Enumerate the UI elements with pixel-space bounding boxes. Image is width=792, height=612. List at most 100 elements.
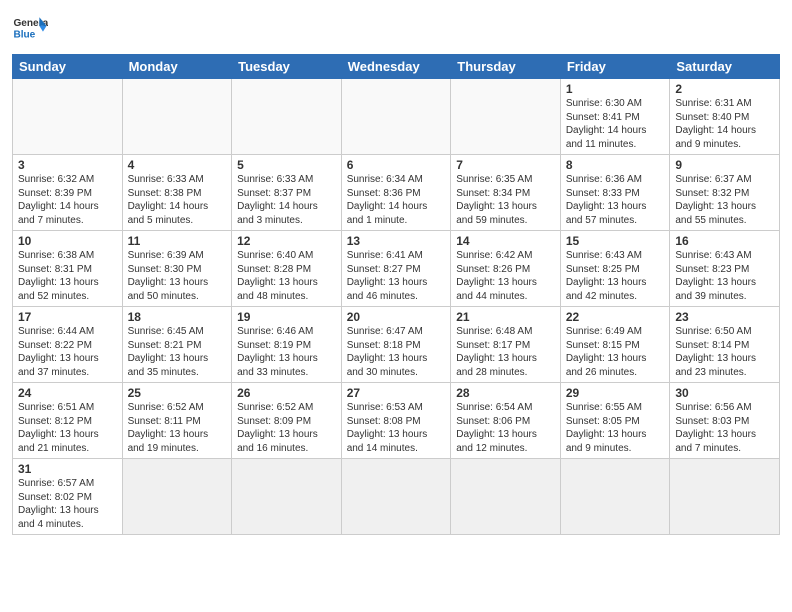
day-info: Sunrise: 6:52 AM Sunset: 8:09 PM Dayligh… (237, 401, 336, 455)
calendar-day: 3Sunrise: 6:32 AM Sunset: 8:39 PM Daylig… (13, 155, 123, 231)
calendar-day: 20Sunrise: 6:47 AM Sunset: 8:18 PM Dayli… (341, 307, 451, 383)
calendar-day: 26Sunrise: 6:52 AM Sunset: 8:09 PM Dayli… (232, 383, 342, 459)
calendar-week-4: 17Sunrise: 6:44 AM Sunset: 8:22 PM Dayli… (13, 307, 780, 383)
calendar-day (122, 459, 232, 535)
day-info: Sunrise: 6:52 AM Sunset: 8:11 PM Dayligh… (128, 401, 227, 455)
day-of-week-sunday: Sunday (13, 55, 123, 79)
calendar-day: 31Sunrise: 6:57 AM Sunset: 8:02 PM Dayli… (13, 459, 123, 535)
calendar-day: 25Sunrise: 6:52 AM Sunset: 8:11 PM Dayli… (122, 383, 232, 459)
day-number: 20 (347, 310, 446, 324)
calendar-day: 4Sunrise: 6:33 AM Sunset: 8:38 PM Daylig… (122, 155, 232, 231)
day-number: 19 (237, 310, 336, 324)
day-info: Sunrise: 6:34 AM Sunset: 8:36 PM Dayligh… (347, 173, 446, 227)
calendar-week-5: 24Sunrise: 6:51 AM Sunset: 8:12 PM Dayli… (13, 383, 780, 459)
calendar-day: 15Sunrise: 6:43 AM Sunset: 8:25 PM Dayli… (560, 231, 670, 307)
calendar-day: 6Sunrise: 6:34 AM Sunset: 8:36 PM Daylig… (341, 155, 451, 231)
day-number: 4 (128, 158, 227, 172)
day-number: 31 (18, 462, 117, 476)
day-info: Sunrise: 6:43 AM Sunset: 8:23 PM Dayligh… (675, 249, 774, 303)
calendar-day: 24Sunrise: 6:51 AM Sunset: 8:12 PM Dayli… (13, 383, 123, 459)
day-info: Sunrise: 6:50 AM Sunset: 8:14 PM Dayligh… (675, 325, 774, 379)
calendar: SundayMondayTuesdayWednesdayThursdayFrid… (12, 54, 780, 535)
calendar-week-2: 3Sunrise: 6:32 AM Sunset: 8:39 PM Daylig… (13, 155, 780, 231)
day-info: Sunrise: 6:36 AM Sunset: 8:33 PM Dayligh… (566, 173, 665, 227)
day-number: 1 (566, 82, 665, 96)
calendar-day: 21Sunrise: 6:48 AM Sunset: 8:17 PM Dayli… (451, 307, 561, 383)
calendar-day: 14Sunrise: 6:42 AM Sunset: 8:26 PM Dayli… (451, 231, 561, 307)
generalblue-logo-icon: General Blue (12, 10, 48, 46)
day-info: Sunrise: 6:33 AM Sunset: 8:38 PM Dayligh… (128, 173, 227, 227)
calendar-day: 12Sunrise: 6:40 AM Sunset: 8:28 PM Dayli… (232, 231, 342, 307)
day-info: Sunrise: 6:54 AM Sunset: 8:06 PM Dayligh… (456, 401, 555, 455)
day-number: 28 (456, 386, 555, 400)
day-number: 21 (456, 310, 555, 324)
day-info: Sunrise: 6:30 AM Sunset: 8:41 PM Dayligh… (566, 97, 665, 151)
day-number: 29 (566, 386, 665, 400)
calendar-day: 30Sunrise: 6:56 AM Sunset: 8:03 PM Dayli… (670, 383, 780, 459)
calendar-day (13, 79, 123, 155)
calendar-day: 29Sunrise: 6:55 AM Sunset: 8:05 PM Dayli… (560, 383, 670, 459)
day-number: 17 (18, 310, 117, 324)
day-number: 2 (675, 82, 774, 96)
day-info: Sunrise: 6:40 AM Sunset: 8:28 PM Dayligh… (237, 249, 336, 303)
calendar-day (341, 459, 451, 535)
day-number: 8 (566, 158, 665, 172)
calendar-week-3: 10Sunrise: 6:38 AM Sunset: 8:31 PM Dayli… (13, 231, 780, 307)
day-info: Sunrise: 6:31 AM Sunset: 8:40 PM Dayligh… (675, 97, 774, 151)
day-number: 22 (566, 310, 665, 324)
day-number: 18 (128, 310, 227, 324)
calendar-day: 13Sunrise: 6:41 AM Sunset: 8:27 PM Dayli… (341, 231, 451, 307)
calendar-day (341, 79, 451, 155)
calendar-day: 2Sunrise: 6:31 AM Sunset: 8:40 PM Daylig… (670, 79, 780, 155)
day-info: Sunrise: 6:32 AM Sunset: 8:39 PM Dayligh… (18, 173, 117, 227)
day-info: Sunrise: 6:57 AM Sunset: 8:02 PM Dayligh… (18, 477, 117, 531)
day-info: Sunrise: 6:45 AM Sunset: 8:21 PM Dayligh… (128, 325, 227, 379)
day-of-week-tuesday: Tuesday (232, 55, 342, 79)
day-number: 24 (18, 386, 117, 400)
calendar-day: 22Sunrise: 6:49 AM Sunset: 8:15 PM Dayli… (560, 307, 670, 383)
day-number: 11 (128, 234, 227, 248)
calendar-day (451, 459, 561, 535)
calendar-day: 8Sunrise: 6:36 AM Sunset: 8:33 PM Daylig… (560, 155, 670, 231)
calendar-day: 16Sunrise: 6:43 AM Sunset: 8:23 PM Dayli… (670, 231, 780, 307)
day-of-week-friday: Friday (560, 55, 670, 79)
day-number: 27 (347, 386, 446, 400)
calendar-day: 10Sunrise: 6:38 AM Sunset: 8:31 PM Dayli… (13, 231, 123, 307)
calendar-day: 5Sunrise: 6:33 AM Sunset: 8:37 PM Daylig… (232, 155, 342, 231)
calendar-day: 9Sunrise: 6:37 AM Sunset: 8:32 PM Daylig… (670, 155, 780, 231)
day-info: Sunrise: 6:48 AM Sunset: 8:17 PM Dayligh… (456, 325, 555, 379)
day-number: 15 (566, 234, 665, 248)
calendar-header-row: SundayMondayTuesdayWednesdayThursdayFrid… (13, 55, 780, 79)
day-of-week-saturday: Saturday (670, 55, 780, 79)
calendar-week-1: 1Sunrise: 6:30 AM Sunset: 8:41 PM Daylig… (13, 79, 780, 155)
calendar-day (232, 459, 342, 535)
day-info: Sunrise: 6:43 AM Sunset: 8:25 PM Dayligh… (566, 249, 665, 303)
calendar-day: 17Sunrise: 6:44 AM Sunset: 8:22 PM Dayli… (13, 307, 123, 383)
day-number: 7 (456, 158, 555, 172)
day-info: Sunrise: 6:53 AM Sunset: 8:08 PM Dayligh… (347, 401, 446, 455)
day-info: Sunrise: 6:42 AM Sunset: 8:26 PM Dayligh… (456, 249, 555, 303)
calendar-day: 11Sunrise: 6:39 AM Sunset: 8:30 PM Dayli… (122, 231, 232, 307)
day-info: Sunrise: 6:56 AM Sunset: 8:03 PM Dayligh… (675, 401, 774, 455)
calendar-day: 23Sunrise: 6:50 AM Sunset: 8:14 PM Dayli… (670, 307, 780, 383)
day-number: 9 (675, 158, 774, 172)
calendar-day: 19Sunrise: 6:46 AM Sunset: 8:19 PM Dayli… (232, 307, 342, 383)
day-info: Sunrise: 6:55 AM Sunset: 8:05 PM Dayligh… (566, 401, 665, 455)
day-number: 6 (347, 158, 446, 172)
day-of-week-monday: Monday (122, 55, 232, 79)
day-number: 16 (675, 234, 774, 248)
day-info: Sunrise: 6:49 AM Sunset: 8:15 PM Dayligh… (566, 325, 665, 379)
day-number: 30 (675, 386, 774, 400)
calendar-day: 27Sunrise: 6:53 AM Sunset: 8:08 PM Dayli… (341, 383, 451, 459)
day-number: 5 (237, 158, 336, 172)
day-info: Sunrise: 6:35 AM Sunset: 8:34 PM Dayligh… (456, 173, 555, 227)
day-info: Sunrise: 6:39 AM Sunset: 8:30 PM Dayligh… (128, 249, 227, 303)
day-number: 25 (128, 386, 227, 400)
day-number: 3 (18, 158, 117, 172)
day-info: Sunrise: 6:38 AM Sunset: 8:31 PM Dayligh… (18, 249, 117, 303)
day-of-week-thursday: Thursday (451, 55, 561, 79)
day-number: 10 (18, 234, 117, 248)
day-info: Sunrise: 6:46 AM Sunset: 8:19 PM Dayligh… (237, 325, 336, 379)
day-info: Sunrise: 6:51 AM Sunset: 8:12 PM Dayligh… (18, 401, 117, 455)
header: General Blue (12, 10, 780, 46)
